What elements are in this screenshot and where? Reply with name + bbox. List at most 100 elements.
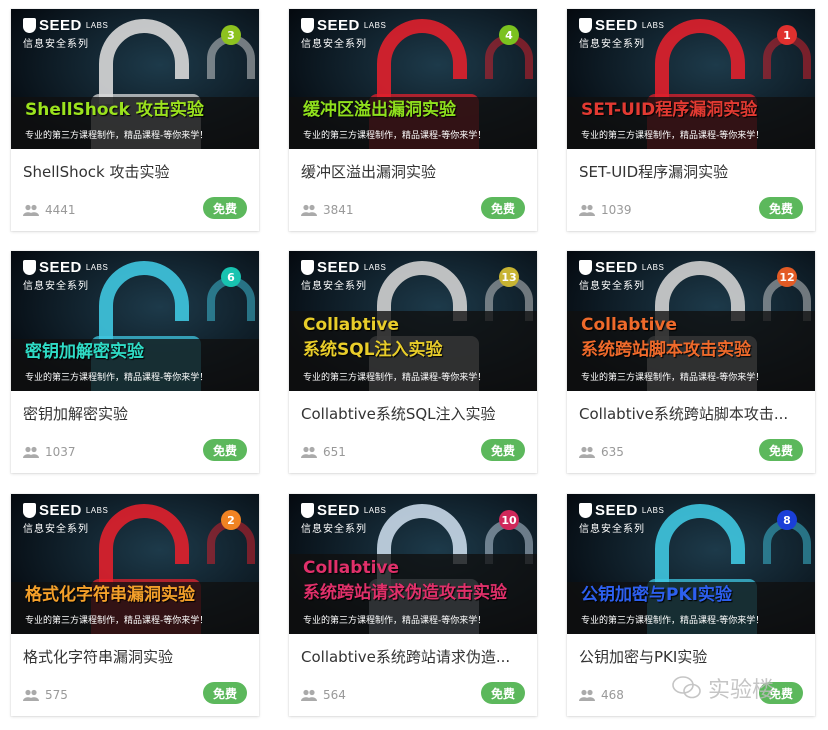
course-thumbnail[interactable]: SEED LABS 信息安全系列 3 ShellShock 攻击实验 专业的第三… — [11, 9, 259, 149]
course-thumbnail[interactable]: SEED LABS 信息安全系列 12 Collabtive 系统跨站脚本攻击实… — [567, 251, 815, 391]
course-thumbnail[interactable]: SEED LABS 信息安全系列 10 Collabtive 系统跨站请求伪造攻… — [289, 494, 537, 634]
shield-icon — [23, 260, 36, 275]
shield-icon — [301, 260, 314, 275]
price-badge[interactable]: 免费 — [203, 682, 247, 704]
logo-labs: LABS — [363, 506, 387, 515]
user-count-value: 564 — [323, 688, 346, 702]
user-count-value: 468 — [601, 688, 624, 702]
banner-tagline: 专业的第三方课程制作，精品课程-等你来学！ — [25, 373, 209, 383]
user-count-value: 4441 — [45, 203, 76, 217]
banner-title-line2: 系统跨站请求伪造攻击实验 — [303, 583, 507, 603]
banner-tagline: 专业的第三方课程制作，精品课程-等你来学！ — [303, 131, 487, 141]
course-card[interactable]: SEED LABS 信息安全系列 10 Collabtive 系统跨站请求伪造攻… — [289, 494, 537, 716]
shield-icon — [579, 18, 592, 33]
logo-brand: SEED — [595, 259, 638, 276]
logo-subtitle: 信息安全系列 — [23, 39, 89, 50]
user-count-value: 575 — [45, 688, 68, 702]
banner-tagline: 专业的第三方课程制作，精品课程-等你来学！ — [25, 616, 209, 626]
banner-title: 密钥加解密实验 — [25, 342, 144, 362]
users-icon — [579, 204, 595, 216]
course-card[interactable]: SEED LABS 信息安全系列 4 缓冲区溢出漏洞实验 专业的第三方课程制作，… — [289, 9, 537, 231]
course-title[interactable]: Collabtive系统SQL注入实验 — [301, 403, 527, 424]
users-icon — [301, 204, 317, 216]
thumbnail-banner: 缓冲区溢出漏洞实验 专业的第三方课程制作，精品课程-等你来学！ — [289, 97, 537, 149]
logo-brand: SEED — [595, 17, 638, 34]
seedlabs-logo: SEED LABS 信息安全系列 — [579, 17, 664, 50]
user-count: 468 — [579, 688, 624, 702]
users-icon — [579, 689, 595, 701]
banner-tagline: 专业的第三方课程制作，精品课程-等你来学！ — [303, 373, 487, 383]
course-number-badge: 13 — [499, 267, 519, 287]
banner-title: ShellShock 攻击实验 — [25, 100, 204, 120]
course-thumbnail[interactable]: SEED LABS 信息安全系列 6 密钥加解密实验 专业的第三方课程制作，精品… — [11, 251, 259, 391]
course-title[interactable]: 缓冲区溢出漏洞实验 — [301, 161, 527, 182]
banner-title: Collabtive — [303, 315, 400, 335]
seedlabs-logo: SEED LABS 信息安全系列 — [23, 259, 108, 292]
course-card[interactable]: SEED LABS 信息安全系列 3 ShellShock 攻击实验 专业的第三… — [11, 9, 259, 231]
user-count: 564 — [301, 688, 346, 702]
banner-tagline: 专业的第三方课程制作，精品课程-等你来学！ — [303, 616, 487, 626]
price-badge[interactable]: 免费 — [759, 197, 803, 219]
course-title[interactable]: Collabtive系统跨站请求伪造... — [301, 646, 527, 667]
logo-brand: SEED — [39, 259, 82, 276]
banner-title: 公钥加密与PKI实验 — [581, 585, 732, 605]
course-thumbnail[interactable]: SEED LABS 信息安全系列 2 格式化字符串漏洞实验 专业的第三方课程制作… — [11, 494, 259, 634]
banner-title: Collabtive — [581, 315, 678, 335]
course-number-badge: 2 — [221, 510, 241, 530]
course-number-badge: 4 — [499, 25, 519, 45]
course-thumbnail[interactable]: SEED LABS 信息安全系列 4 缓冲区溢出漏洞实验 专业的第三方课程制作，… — [289, 9, 537, 149]
course-number-badge: 8 — [777, 510, 797, 530]
user-count: 4441 — [23, 203, 76, 217]
banner-tagline: 专业的第三方课程制作，精品课程-等你来学！ — [581, 616, 765, 626]
price-badge[interactable]: 免费 — [481, 439, 525, 461]
course-title[interactable]: ShellShock 攻击实验 — [23, 161, 249, 182]
user-count: 651 — [301, 445, 346, 459]
course-thumbnail[interactable]: SEED LABS 信息安全系列 1 SET-UID程序漏洞实验 专业的第三方课… — [567, 9, 815, 149]
course-title[interactable]: 公钥加密与PKI实验 — [579, 646, 805, 667]
course-number-badge: 12 — [777, 267, 797, 287]
users-icon — [23, 689, 39, 701]
banner-title-line2: 系统跨站脚本攻击实验 — [581, 340, 751, 360]
logo-brand: SEED — [595, 502, 638, 519]
user-count: 575 — [23, 688, 68, 702]
user-count: 1039 — [579, 203, 632, 217]
users-icon — [23, 204, 39, 216]
price-badge[interactable]: 免费 — [203, 197, 247, 219]
course-number-badge: 6 — [221, 267, 241, 287]
thumbnail-banner: Collabtive 系统SQL注入实验 专业的第三方课程制作，精品课程-等你来… — [289, 311, 537, 391]
course-number-badge: 3 — [221, 25, 241, 45]
logo-labs: LABS — [641, 263, 665, 272]
price-badge[interactable]: 免费 — [759, 439, 803, 461]
users-icon — [579, 446, 595, 458]
course-thumbnail[interactable]: SEED LABS 信息安全系列 8 公钥加密与PKI实验 专业的第三方课程制作… — [567, 494, 815, 634]
seedlabs-logo: SEED LABS 信息安全系列 — [23, 502, 108, 535]
seedlabs-logo: SEED LABS 信息安全系列 — [579, 502, 664, 535]
user-count-value: 635 — [601, 445, 624, 459]
thumbnail-banner: SET-UID程序漏洞实验 专业的第三方课程制作，精品课程-等你来学！ — [567, 97, 815, 149]
course-card[interactable]: SEED LABS 信息安全系列 2 格式化字符串漏洞实验 专业的第三方课程制作… — [11, 494, 259, 716]
logo-brand: SEED — [317, 259, 360, 276]
watermark: 实验楼 — [672, 672, 774, 704]
logo-labs: LABS — [85, 506, 109, 515]
user-count-value: 3841 — [323, 203, 354, 217]
course-title[interactable]: 格式化字符串漏洞实验 — [23, 646, 249, 667]
logo-labs: LABS — [641, 21, 665, 30]
price-badge[interactable]: 免费 — [203, 439, 247, 461]
price-badge[interactable]: 免费 — [481, 197, 525, 219]
logo-labs: LABS — [363, 263, 387, 272]
banner-title: Collabtive — [303, 558, 400, 578]
course-card[interactable]: SEED LABS 信息安全系列 13 Collabtive 系统SQL注入实验… — [289, 251, 537, 473]
course-thumbnail[interactable]: SEED LABS 信息安全系列 13 Collabtive 系统SQL注入实验… — [289, 251, 537, 391]
course-title[interactable]: Collabtive系统跨站脚本攻击... — [579, 403, 805, 424]
course-title[interactable]: SET-UID程序漏洞实验 — [579, 161, 805, 182]
price-badge[interactable]: 免费 — [481, 682, 525, 704]
thumbnail-banner: ShellShock 攻击实验 专业的第三方课程制作，精品课程-等你来学！ — [11, 97, 259, 149]
course-card[interactable]: SEED LABS 信息安全系列 6 密钥加解密实验 专业的第三方课程制作，精品… — [11, 251, 259, 473]
logo-subtitle: 信息安全系列 — [579, 39, 645, 50]
banner-tagline: 专业的第三方课程制作，精品课程-等你来学！ — [581, 373, 765, 383]
logo-labs: LABS — [363, 21, 387, 30]
seedlabs-logo: SEED LABS 信息安全系列 — [301, 17, 386, 50]
course-card[interactable]: SEED LABS 信息安全系列 12 Collabtive 系统跨站脚本攻击实… — [567, 251, 815, 473]
course-card[interactable]: SEED LABS 信息安全系列 1 SET-UID程序漏洞实验 专业的第三方课… — [567, 9, 815, 231]
course-title[interactable]: 密钥加解密实验 — [23, 403, 249, 424]
